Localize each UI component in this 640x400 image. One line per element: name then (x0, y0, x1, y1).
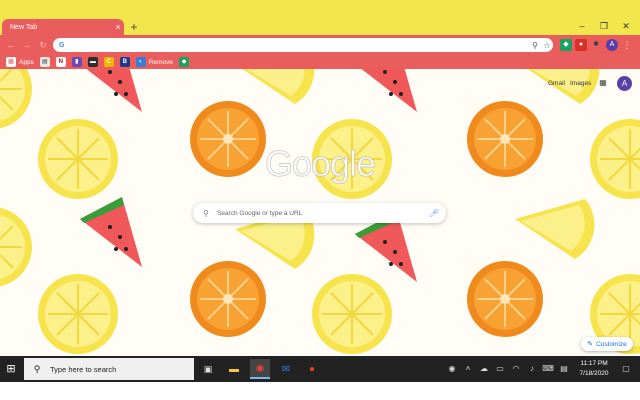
tab-new-tab[interactable]: New Tab × (2, 19, 124, 35)
reload-icon[interactable]: ↻ (37, 39, 49, 51)
bookmark-label: Remove (148, 58, 174, 66)
bookmark-item[interactable]: ▤ (39, 56, 50, 68)
maximize-button[interactable]: ❐ (594, 20, 614, 32)
bookmark-item[interactable]: ▬ (87, 56, 98, 68)
back-arrow-icon[interactable]: ← (5, 39, 17, 51)
bookmark-item[interactable]: ▮ (71, 56, 82, 68)
extensions-puzzle-icon[interactable]: ✱ (590, 39, 602, 51)
extension-shield-icon[interactable]: ◆ (560, 39, 572, 51)
netflix-icon: N (55, 57, 66, 67)
bottom-strip (0, 382, 640, 400)
images-link[interactable]: Images (570, 80, 591, 87)
task-view-icon[interactable]: ▣ (198, 359, 218, 379)
mail-app-icon[interactable]: ✉ (276, 359, 296, 379)
bookmark-netflix[interactable]: N (55, 56, 66, 68)
search-icon: ⚲ (203, 208, 209, 218)
clock-time: 11:17 PM (580, 360, 608, 367)
profile-avatar[interactable]: A (606, 39, 618, 51)
tab-title: New Tab (10, 23, 38, 31)
minimize-button[interactable]: – (572, 20, 592, 32)
tab-close-icon[interactable]: × (112, 22, 124, 32)
close-window-button[interactable]: ✕ (616, 20, 636, 32)
forward-arrow-icon[interactable]: → (21, 39, 33, 51)
bookmark-icon: ◐ (135, 57, 146, 67)
new-tab-button[interactable]: + (128, 21, 140, 33)
windows-taskbar: ⊞ ⚲ Type here to search ▣ ▬ ◉ ✉ ● ◉ ˄ ☁ … (0, 356, 640, 382)
bookmarks-bar: ▦ Apps ▤ N ▮ ▬ C B ◐ Remove ◆ (0, 55, 640, 69)
show-hidden-icons-icon[interactable]: ˄ (462, 363, 474, 375)
bookmark-item[interactable]: ◆ (179, 56, 190, 68)
google-favicon-icon: G (59, 41, 65, 49)
bookmark-item[interactable]: B (119, 56, 130, 68)
gmail-link[interactable]: Gmail (548, 80, 565, 87)
search-icon: ⚲ (532, 40, 538, 50)
customize-label: Customize (596, 340, 627, 348)
bookmark-label: Apps (19, 58, 34, 66)
bookmark-item[interactable]: C (103, 56, 114, 68)
language-icon[interactable]: ▤ (558, 363, 570, 375)
keyboard-icon[interactable]: ⌨ (542, 363, 554, 375)
search-box[interactable]: ⚲ Search Google or type a URL 🎤︎ (193, 203, 446, 223)
bookmark-icon: ▬ (87, 57, 98, 67)
tab-strip: New Tab × + – ❐ ✕ (0, 0, 640, 35)
chrome-menu-icon[interactable]: ⋮ (622, 39, 632, 51)
customize-button[interactable]: ✎ Customize (581, 337, 633, 351)
file-explorer-icon[interactable]: ▬ (224, 359, 244, 379)
battery-icon[interactable]: ▭ (494, 363, 506, 375)
onedrive-icon[interactable]: ☁ (478, 363, 490, 375)
chrome-tray-icon[interactable]: ◉ (446, 363, 458, 375)
chrome-taskbar-icon[interactable]: ◉ (250, 359, 270, 379)
microphone-icon[interactable]: 🎤︎ (428, 209, 440, 218)
new-tab-page: Gmail Images ▦ A Google ⚲ Search Google … (0, 69, 640, 356)
bookmark-icon: ◆ (179, 57, 190, 67)
windows-start-icon[interactable]: ⊞ (4, 362, 18, 376)
browser-toolbar: ← → ↻ G ⚲ ☆ ◆ ● ✱ A ⋮ (0, 35, 640, 55)
powerpoint-icon[interactable]: ● (302, 359, 322, 379)
taskbar-search-box[interactable]: ⚲ Type here to search (24, 358, 194, 380)
apps-grid-icon: ▦ (6, 57, 16, 67)
notification-icon[interactable]: ▢ (620, 363, 632, 375)
address-bar[interactable]: G ⚲ ☆ (53, 38, 553, 52)
wifi-icon[interactable]: ◠ (510, 363, 522, 375)
extension-eye-icon[interactable]: ● (575, 39, 587, 51)
bookmark-star-icon[interactable]: ☆ (541, 41, 553, 50)
volume-icon[interactable]: ♪ (526, 363, 538, 375)
pencil-icon: ✎ (587, 341, 594, 348)
account-avatar[interactable]: A (617, 76, 632, 91)
system-clock[interactable]: 11:17 PM 7/18/2020 (574, 359, 614, 379)
bookmark-icon: C (103, 57, 114, 67)
search-input[interactable]: Search Google or type a URL (217, 210, 428, 217)
bookmark-icon: ▤ (39, 57, 50, 67)
clock-date: 7/18/2020 (579, 370, 609, 377)
bookmark-apps[interactable]: ▦ Apps (6, 56, 34, 68)
search-icon: ⚲ (33, 363, 41, 374)
bookmark-icon: ▮ (71, 57, 82, 67)
bookmark-icon: B (119, 57, 130, 67)
bookmark-remove[interactable]: ◐ Remove (135, 56, 174, 68)
google-apps-grid-icon[interactable]: ▦ (598, 78, 608, 88)
google-logo: Google (264, 143, 376, 185)
taskbar-search-text: Type here to search (50, 364, 117, 374)
